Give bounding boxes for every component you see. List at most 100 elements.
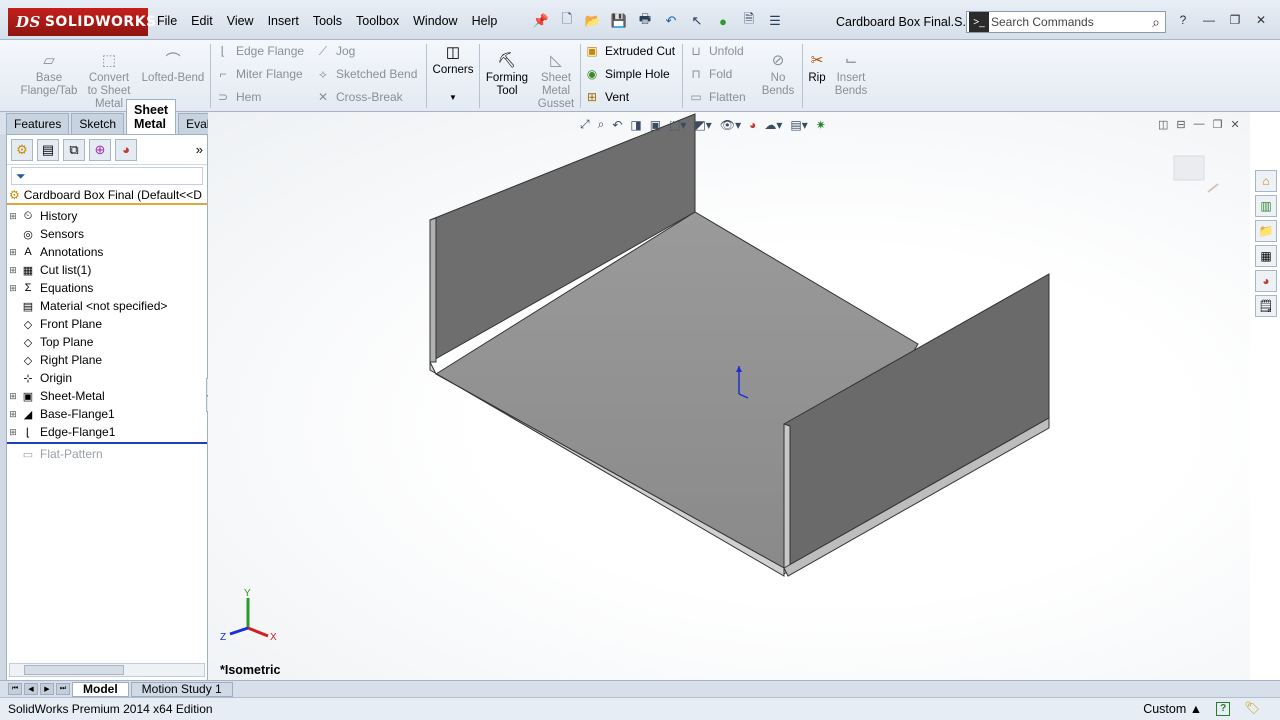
zoom-to-fit-icon[interactable]: ⤢ — [580, 117, 590, 132]
display-manager-tab-icon[interactable]: ◕ — [115, 138, 137, 161]
menu-file[interactable]: File — [150, 12, 184, 30]
hide-show-items-icon[interactable]: 👁▾ — [720, 118, 741, 132]
corners-dropdown-icon[interactable]: ▼ — [449, 91, 457, 104]
sheet-metal-gusset-button[interactable]: ◺ Sheet Metal Gusset — [536, 50, 576, 111]
tab-features[interactable]: Features — [6, 113, 70, 134]
tree-node[interactable]: ⊹ Origin — [7, 369, 207, 387]
property-manager-tab-icon[interactable]: ▤ — [37, 138, 59, 161]
menu-help[interactable]: Help — [465, 12, 505, 30]
viewport-close-icon[interactable]: ✕ — [1231, 118, 1240, 131]
tab-model[interactable]: Model — [72, 681, 129, 697]
pin-icon[interactable]: 📌 — [530, 11, 552, 31]
rebuild-traffic-light-icon[interactable]: ● — [712, 11, 734, 31]
search-commands-box[interactable]: >_ Search Commands ⌕ — [966, 11, 1166, 33]
tab-sketch[interactable]: Sketch — [71, 113, 125, 134]
design-library-icon[interactable]: ▥ — [1255, 195, 1277, 217]
expand-toggle-icon[interactable]: ⊞ — [7, 265, 19, 276]
hem-button[interactable]: ⊃ Hem — [215, 87, 261, 107]
view-palette-icon[interactable]: ▦ — [1255, 245, 1277, 267]
miter-flange-button[interactable]: ⌐ Miter Flange — [215, 64, 302, 84]
print-icon[interactable]: 🖶 — [634, 11, 656, 31]
tree-node[interactable]: ◇ Top Plane — [7, 333, 207, 351]
search-input[interactable]: Search Commands — [991, 15, 1147, 29]
simple-hole-button[interactable]: ◉ Simple Hole — [584, 64, 670, 84]
tab-motion-study[interactable]: Motion Study 1 — [130, 681, 233, 697]
next-tab-icon[interactable]: ▶ — [40, 683, 54, 695]
last-tab-icon[interactable]: ⏭ — [56, 683, 70, 695]
forming-tool-button[interactable]: ⛏ Forming Tool — [484, 50, 530, 98]
apply-scene-icon[interactable]: ☁▾ — [764, 118, 782, 132]
menu-window[interactable]: Window — [406, 12, 464, 30]
rip-button[interactable]: ✂ Rip — [804, 50, 830, 85]
tree-node[interactable]: ▤ Material <not specified> — [7, 297, 207, 315]
sketched-bend-button[interactable]: ⟡ Sketched Bend — [315, 64, 417, 84]
flatten-button[interactable]: ▭ Flatten — [688, 87, 745, 107]
tree-node[interactable]: ◇ Right Plane — [7, 351, 207, 369]
horizontal-scrollbar[interactable] — [9, 663, 205, 677]
tile-horizontal-icon[interactable]: ◫ — [1158, 118, 1168, 131]
appearances-icon[interactable]: ◕ — [1255, 270, 1277, 292]
rollback-bar[interactable] — [7, 442, 207, 444]
sheet-metal-model[interactable] — [208, 112, 1250, 682]
prev-tab-icon[interactable]: ◀ — [24, 683, 38, 695]
tree-node[interactable]: ⊞ A Annotations — [7, 243, 207, 261]
menu-toolbox[interactable]: Toolbox — [349, 12, 406, 30]
expand-toggle-icon[interactable]: ⊞ — [7, 283, 19, 294]
tree-node[interactable]: ⊞ ⏲ History — [7, 207, 207, 225]
save-icon[interactable]: 💾 — [608, 11, 630, 31]
fold-button[interactable]: ⊓ Fold — [688, 64, 732, 84]
close-icon[interactable]: ✕ — [1250, 10, 1272, 30]
view-orientation-cube-icon[interactable] — [1173, 155, 1219, 193]
vent-button[interactable]: ⊞ Vent — [584, 87, 629, 107]
solidworks-logo[interactable]: DS SOLIDWORKS — [8, 8, 156, 36]
file-explorer-icon[interactable]: 📁 — [1255, 220, 1277, 242]
menu-edit[interactable]: Edit — [184, 12, 220, 30]
tree-node[interactable]: ⊞ ◢ Base-Flange1 — [7, 405, 207, 423]
file-properties-icon[interactable]: 🗎 — [738, 11, 760, 31]
tree-node[interactable]: ⊞ ▦ Cut list(1) — [7, 261, 207, 279]
expand-toggle-icon[interactable]: ⊞ — [7, 247, 19, 258]
home-icon[interactable]: ⌂ — [1255, 170, 1277, 192]
expand-toggle-icon[interactable]: ⊞ — [7, 409, 19, 420]
no-bends-button[interactable]: ⊘ No Bends — [758, 50, 798, 98]
realview-icon[interactable]: ✷ — [816, 118, 826, 132]
lofted-bend-button[interactable]: ⌒ Lofted-Bend — [140, 50, 206, 85]
options-icon[interactable]: ☰ — [764, 11, 786, 31]
new-document-icon[interactable]: 🗋 — [556, 11, 578, 31]
cross-break-button[interactable]: ✕ Cross-Break — [315, 87, 403, 107]
menu-insert[interactable]: Insert — [261, 12, 306, 30]
tag-icon[interactable]: 🏷 — [1244, 701, 1260, 716]
tree-filter[interactable]: ⏷ — [11, 167, 203, 185]
tree-node[interactable]: ▭ Flat-Pattern — [7, 445, 207, 463]
viewport-minimize-icon[interactable]: — — [1194, 118, 1205, 131]
zoom-to-area-icon[interactable]: ⌕ — [598, 117, 605, 132]
undo-icon[interactable]: ↶ — [660, 11, 682, 31]
edge-flange-button[interactable]: ⌊ Edge Flange — [215, 41, 304, 61]
open-folder-icon[interactable]: 📂 — [582, 11, 604, 31]
unfold-button[interactable]: ⊔ Unfold — [688, 41, 743, 61]
units-selector[interactable]: Custom ▲ — [1143, 702, 1202, 716]
menu-view[interactable]: View — [220, 12, 261, 30]
tree-node[interactable]: ⊞ ⌊ Edge-Flange1 — [7, 423, 207, 441]
configuration-manager-tab-icon[interactable]: ⧉ — [63, 138, 85, 161]
quick-tips-icon[interactable]: ? — [1216, 701, 1231, 716]
expand-panel-icon[interactable]: » — [196, 142, 203, 157]
extruded-cut-button[interactable]: ▣ Extruded Cut — [584, 41, 675, 61]
graphics-viewport[interactable] — [208, 112, 1250, 682]
help-icon[interactable]: ? — [1172, 10, 1194, 30]
minimize-icon[interactable]: — — [1198, 10, 1220, 30]
viewport-restore-icon[interactable]: ❐ — [1213, 118, 1223, 131]
section-view-icon[interactable]: ◨ — [630, 118, 641, 132]
tree-node[interactable]: ⊞ ▣ Sheet-Metal — [7, 387, 207, 405]
first-tab-icon[interactable]: ⏮ — [8, 683, 22, 695]
expand-toggle-icon[interactable]: ⊞ — [7, 211, 19, 222]
tree-node[interactable]: ⊞ Σ Equations — [7, 279, 207, 297]
jog-button[interactable]: ⟋ Jog — [315, 41, 356, 61]
tree-root-part[interactable]: ⚙ Cardboard Box Final (Default<<D — [7, 187, 207, 205]
menu-tools[interactable]: Tools — [306, 12, 349, 30]
tree-node[interactable]: ◇ Front Plane — [7, 315, 207, 333]
select-arrow-icon[interactable]: ↖ — [686, 11, 708, 31]
restore-icon[interactable]: ❐ — [1224, 10, 1246, 30]
view-settings-icon[interactable]: ▤▾ — [790, 118, 807, 132]
expand-toggle-icon[interactable]: ⊞ — [7, 391, 19, 402]
